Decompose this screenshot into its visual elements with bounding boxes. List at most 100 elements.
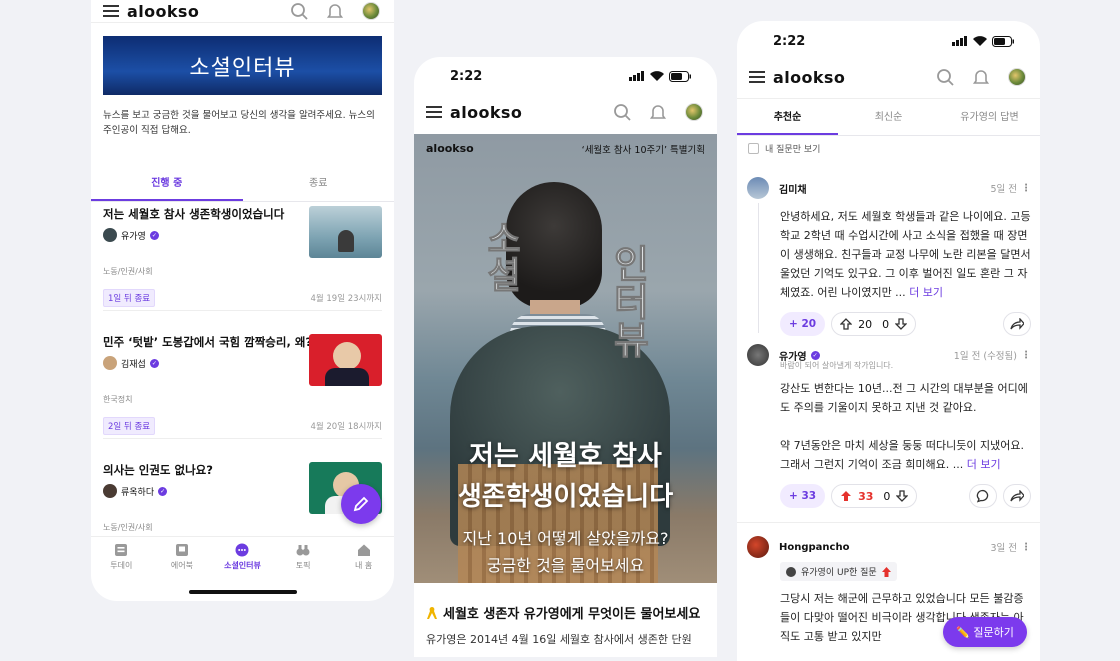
my-questions-toggle[interactable]: 내 질문만 보기 [748, 142, 820, 155]
nav-topic[interactable]: 토픽 [273, 537, 334, 584]
comment: 김미채 5일 전 ⋮ 안녕하세요, 저도 세월호 학생들과 같은 나이에요. 고등학… [747, 177, 1031, 336]
app-header: alookso [91, 0, 394, 30]
phone-social-interview-list: alookso 소셜인터뷰 뉴스를 보고 궁금한 것을 물어보고 당신의 생각을… [91, 0, 394, 601]
vote-control: 33 0 [831, 484, 918, 508]
read-more-link[interactable]: 더 보기 [909, 286, 943, 299]
bell-icon[interactable] [324, 0, 346, 22]
status-time: 2:22 [773, 33, 806, 49]
nav-social-interview[interactable]: 소셜인터뷰 [212, 537, 273, 584]
app-logo[interactable]: alookso [773, 68, 920, 87]
tab-recommended[interactable]: 추천순 [737, 99, 838, 135]
bell-icon[interactable] [647, 101, 669, 123]
ribbon-icon [427, 606, 437, 619]
comment-time: 1일 전 (수정됨) [953, 351, 1017, 362]
bell-icon[interactable] [970, 66, 992, 88]
tab-author-answers[interactable]: 유가영의 답변 [939, 99, 1040, 135]
more-icon[interactable]: ⋮ [1021, 542, 1031, 553]
share-icon [1010, 318, 1024, 330]
battery-icon [992, 35, 1014, 47]
tab-latest[interactable]: 최신순 [838, 99, 939, 135]
nav-today[interactable]: 투데이 [91, 537, 152, 584]
item-title[interactable]: 저는 세월호 참사 생존학생이었습니다 [103, 206, 303, 222]
verified-icon: ✓ [149, 230, 159, 240]
newspaper-icon [115, 544, 128, 556]
nav-my-home[interactable]: 내 홈 [333, 537, 394, 584]
item-thumbnail[interactable] [309, 206, 382, 258]
comment: 유가영 ✓ 1일 전 (수정됨) ⋮ 바람이 되어 살아낼게 작가입니다. 강산도 변… [747, 344, 1031, 508]
hero-subtitle-line-2: 궁금한 것을 물어보세요 [486, 556, 645, 575]
hero-vertical-text-2: 인터뷰 [606, 244, 651, 359]
hero-vertical-text-1: 소셜 [480, 220, 522, 293]
more-icon[interactable]: ⋮ [1021, 183, 1031, 194]
wifi-icon [650, 71, 664, 81]
hero-image: alookso ‘세월호 참사 10주기’ 특별기획 소셜 인터뷰 저는 세월호… [414, 134, 717, 583]
app-logo[interactable]: alookso [127, 2, 274, 21]
downvote-icon[interactable] [895, 318, 908, 330]
chat-bubble-icon [235, 543, 249, 557]
avatar [747, 177, 769, 199]
read-more-link[interactable]: 더 보기 [967, 458, 1001, 471]
nav-airbook[interactable]: 에어북 [152, 537, 213, 584]
comment-author[interactable]: Hongpancho [779, 542, 849, 553]
signal-icon [629, 71, 644, 81]
upvote-icon[interactable] [840, 490, 852, 502]
pencil-icon [353, 496, 369, 512]
avatar[interactable] [360, 0, 382, 22]
phone-interview-detail: 2:22 alookso alookso ‘세월호 참사 10주기’ 특별기획 … [414, 57, 717, 657]
list-item[interactable]: 민주 ‘텃밭’ 도봉갑에서 국힘 깜짝승리, 왜? 김재섭 ✓ 한국정치 2일 뒤… [103, 334, 382, 435]
avatar[interactable] [1006, 66, 1028, 88]
ask-question-button[interactable]: ✏️ 질문하기 [943, 617, 1027, 647]
hero-tag: ‘세월호 참사 10주기’ 특별기획 [581, 145, 705, 156]
menu-icon[interactable] [103, 5, 119, 17]
share-button[interactable] [1003, 312, 1031, 336]
comment-body: 강산도 변한다는 10년...전 그 시간의 대부분을 어디에도 주의를 기울이… [780, 382, 1028, 471]
book-icon [175, 544, 188, 556]
comment-icon [976, 489, 989, 503]
downvote-icon[interactable] [896, 490, 909, 502]
share-button[interactable] [1003, 484, 1031, 508]
comment-body: 안녕하세요, 저도 세월호 학생들과 같은 나이에요. 고등학교 2학년 때 수… [780, 210, 1031, 299]
tab-in-progress[interactable]: 진행 중 [91, 165, 243, 201]
phone-comments: 2:22 alookso 추천순 최신순 유가영의 답변 내 질문만 보기 김미… [737, 21, 1040, 661]
intro-text: 뉴스를 보고 궁금한 것을 물어보고 당신의 생각을 알려주세요. 뉴스의 주인… [103, 110, 375, 136]
tab-closed[interactable]: 종료 [243, 165, 395, 201]
search-icon[interactable] [288, 0, 310, 22]
menu-icon[interactable] [749, 71, 765, 83]
more-icon[interactable]: ⋮ [1021, 350, 1031, 361]
home-icon [357, 544, 370, 556]
battery-icon [669, 70, 691, 82]
write-button[interactable] [341, 484, 381, 524]
vote-control: 20 0 [831, 312, 917, 336]
status-time: 2:22 [450, 68, 483, 84]
wifi-icon [973, 36, 987, 46]
upvote-icon[interactable] [840, 318, 853, 330]
avatar [786, 566, 796, 577]
avatar [103, 228, 117, 242]
bottom-nav: 투데이 에어북 소셜인터뷰 토픽 내 홈 [91, 536, 394, 584]
verified-icon: ✓ [810, 350, 820, 360]
item-title[interactable]: 민주 ‘텃밭’ 도봉갑에서 국힘 깜짝승리, 왜? [103, 334, 313, 350]
comment-author[interactable]: 김미채 [779, 181, 807, 196]
menu-icon[interactable] [426, 106, 442, 118]
points-badge[interactable]: + 33 [780, 484, 826, 508]
avatar [747, 344, 769, 366]
search-icon[interactable] [611, 101, 633, 123]
points-badge[interactable]: + 20 [780, 312, 826, 336]
hero-brand: alookso [426, 142, 474, 155]
avatar[interactable] [683, 101, 705, 123]
reply-button[interactable] [969, 484, 997, 508]
app-logo[interactable]: alookso [450, 103, 597, 122]
list-item[interactable]: 의사는 인권도 없나요? 류옥하다 ✓ 노동/인권/사회 [103, 462, 382, 533]
checkbox[interactable] [748, 143, 759, 154]
item-category: 노동/인권/사회 [103, 523, 153, 532]
thread-line [758, 203, 759, 333]
upvote-icon [881, 566, 891, 577]
list-item[interactable]: 저는 세월호 참사 생존학생이었습니다 유가영 ✓ 노동/인권/사회 1일 뒤 종… [103, 206, 382, 307]
body-preview: 유가영은 2014년 4월 16일 세월호 참사에서 생존한 단원 [426, 633, 692, 646]
item-thumbnail[interactable] [309, 334, 382, 386]
search-icon[interactable] [934, 66, 956, 88]
item-title[interactable]: 의사는 인권도 없나요? [103, 462, 303, 478]
status-bar: 2:22 [414, 65, 717, 87]
item-date: 4월 20일 18시까지 [310, 422, 382, 432]
avatar [747, 536, 769, 558]
